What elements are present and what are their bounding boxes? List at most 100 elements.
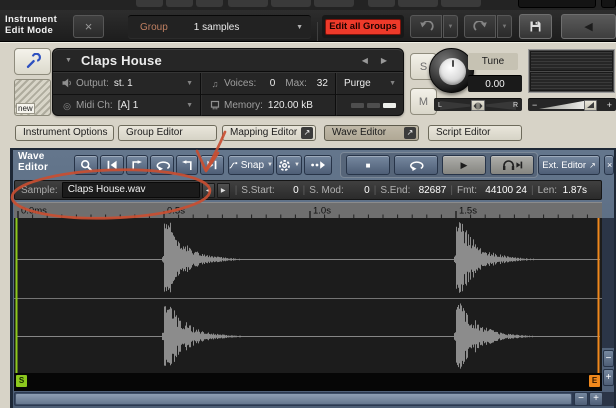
stop-button[interactable]: ■ <box>346 155 390 175</box>
hzoom-out-button[interactable]: − <box>574 392 588 406</box>
redo-history-dropdown[interactable]: ▼ <box>497 15 512 38</box>
volume-slider[interactable]: − + <box>528 98 616 111</box>
sample-info-bar: Sample: Claps House.wav ◀ ▶ | S.Start: 0 | S… <box>14 180 602 200</box>
toolbar-remnant <box>441 0 481 7</box>
prev-instrument-icon[interactable]: ◀ <box>362 56 368 65</box>
jump-to-start-button[interactable] <box>100 155 124 175</box>
popout-icon[interactable]: ↗ <box>301 127 313 139</box>
loop-end-marker-button[interactable] <box>176 155 198 175</box>
instrument-name: Claps House <box>80 52 162 68</box>
prev-sample-button[interactable]: ◀ <box>201 182 215 198</box>
sample-end-marker[interactable]: E <box>589 375 600 387</box>
purge-menu[interactable]: Purge ▼ <box>336 73 403 95</box>
scrollbar-thumb[interactable] <box>15 393 572 405</box>
play-icon: ▶ <box>460 159 468 170</box>
popout-icon[interactable]: ↗ <box>404 127 416 139</box>
waveform-svg <box>14 218 602 373</box>
field-label: Fmt: <box>456 184 477 196</box>
purge-label: Purge <box>344 78 371 89</box>
max-voices-label: Max: <box>285 78 307 89</box>
memory-icon <box>209 100 221 112</box>
sample-name-field[interactable]: Claps House.wav <box>61 182 200 198</box>
settings-menu-button[interactable]: ▼ <box>276 155 302 175</box>
undo-history-dropdown[interactable]: ▼ <box>443 15 458 38</box>
instrument-info-grid: Output: st. 1 ▼ ♫ Voices: 0 Max: 32 Purg… <box>53 73 403 116</box>
ext-editor-label: Ext. Editor <box>542 159 587 171</box>
monitor-from-cursor-button[interactable] <box>490 155 534 175</box>
field-value[interactable]: 1.87s <box>557 185 587 196</box>
field-divider: | <box>450 184 453 196</box>
tab-wave-editor[interactable]: Wave Editor ↗ <box>324 125 419 141</box>
edit-tools-button[interactable] <box>14 48 51 75</box>
plus-icon: + <box>593 393 599 404</box>
new-zone-button[interactable]: new <box>14 79 51 116</box>
chevron-down-icon: ▼ <box>501 23 508 30</box>
tab-instrument-options[interactable]: Instrument Options <box>15 125 114 141</box>
loop-selection-button[interactable] <box>150 155 174 175</box>
max-voices-value: 32 <box>316 78 328 89</box>
toolbar-remnant <box>228 0 268 7</box>
field-value[interactable]: 0 <box>275 185 299 196</box>
tab-label: Instrument Options <box>23 127 108 138</box>
output-label: Output: <box>76 78 109 89</box>
jump-to-end-button[interactable] <box>200 155 224 175</box>
mute-button[interactable]: M <box>410 88 437 115</box>
midi-channel-select[interactable]: ◎ Midi Ch: [A] 1 ▼ <box>53 95 201 116</box>
chevron-down-icon: ▼ <box>447 23 454 30</box>
timeline-ruler[interactable]: 0.0ms 0.5s 1.0s 1.5s <box>14 202 602 218</box>
toolbar-remnant <box>166 0 193 7</box>
horizontal-scrollbar[interactable]: − + <box>14 392 603 406</box>
play-button[interactable]: ▶ <box>442 155 486 175</box>
meter-row-right <box>530 71 613 91</box>
tab-group-editor[interactable]: Group Editor <box>118 125 217 141</box>
edit-all-groups-button[interactable]: Edit all Groups <box>325 18 401 35</box>
instrument-header-area: new ▼ Claps House ◀ ▶ Output: st. 1 ▼ ♫ … <box>0 42 616 122</box>
loop-playback-button[interactable] <box>394 155 438 175</box>
auto-play-button[interactable] <box>304 155 332 175</box>
exit-edit-mode-button[interactable]: × <box>73 15 104 38</box>
chevron-down-icon: ▼ <box>296 23 303 31</box>
field-value[interactable]: 82687 <box>410 185 447 196</box>
undo-button[interactable] <box>410 15 442 38</box>
save-button[interactable] <box>519 14 552 39</box>
magnifier-icon <box>80 159 92 171</box>
ruler-svg: 0.0ms 0.5s 1.0s 1.5s <box>17 206 588 218</box>
pan-slider[interactable]: L R <box>434 98 522 111</box>
output-icon <box>61 78 73 90</box>
sample-start-marker[interactable]: S <box>16 375 27 387</box>
waveform-display[interactable] <box>14 218 602 373</box>
next-sample-button[interactable]: ▶ <box>216 182 230 198</box>
volume-handle[interactable] <box>584 100 597 111</box>
chevron-down-icon[interactable]: ▼ <box>65 57 72 64</box>
zoom-tool-button[interactable] <box>74 155 98 175</box>
hzoom-in-button[interactable]: + <box>589 392 603 406</box>
snap-menu-button[interactable]: Snap ▼ <box>228 155 274 175</box>
tab-script-editor[interactable]: Script Editor <box>428 125 522 141</box>
ext-editor-button[interactable]: Ext. Editor ↗ <box>538 155 600 175</box>
redo-button[interactable] <box>464 15 496 38</box>
tune-value[interactable]: 0.00 <box>468 75 522 92</box>
loop-in-icon <box>132 159 142 170</box>
vertical-zoom-track[interactable] <box>602 218 614 348</box>
next-instrument-icon[interactable]: ▶ <box>381 56 387 65</box>
pan-wedge-left <box>440 101 470 110</box>
group-selector[interactable]: Group 1 samples ▼ <box>128 15 311 38</box>
meter-bar <box>351 103 364 108</box>
headphones-icon <box>502 160 522 170</box>
nav-back-button[interactable]: ◀ <box>561 14 616 39</box>
close-editor-button[interactable]: × <box>604 155 614 175</box>
instrument-title-row: ▼ Claps House ◀ ▶ <box>53 49 403 72</box>
field-value[interactable]: 0 <box>344 185 370 196</box>
chevron-down-icon: ▼ <box>186 80 193 87</box>
vzoom-out-button[interactable]: − <box>603 350 614 367</box>
pan-handle[interactable] <box>471 100 485 111</box>
field-value[interactable]: 44100 24 <box>477 185 527 196</box>
output-select[interactable]: Output: st. 1 ▼ <box>53 73 201 95</box>
close-icon: × <box>607 160 613 170</box>
instrument-panel: ▼ Claps House ◀ ▶ Output: st. 1 ▼ ♫ Voic… <box>52 48 404 116</box>
vzoom-in-button[interactable]: + <box>603 369 614 386</box>
loop-start-marker-button[interactable] <box>126 155 148 175</box>
tab-mapping-editor[interactable]: Mapping Editor ↗ <box>222 125 316 141</box>
arrow-right-icon: ▶ <box>220 187 226 194</box>
gear-icon <box>279 159 291 171</box>
